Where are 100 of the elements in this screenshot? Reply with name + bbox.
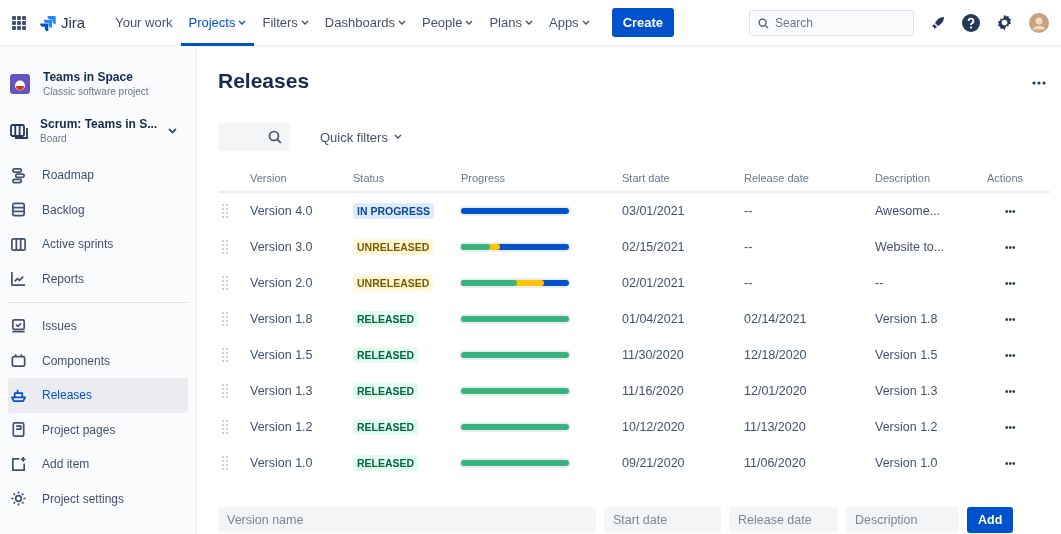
- board-icon: [10, 121, 29, 140]
- status-lozenge: UNRELEASED: [353, 239, 434, 255]
- drag-handle-icon[interactable]: [222, 275, 228, 291]
- version-name[interactable]: Version 1.3: [246, 373, 349, 409]
- input-field[interactable]: Version name: [218, 507, 596, 533]
- description: Version 1.0: [874, 455, 939, 472]
- version-name[interactable]: Version 1.0: [246, 445, 349, 481]
- sidebar-item[interactable]: Project pages: [8, 412, 188, 447]
- drag-handle-icon[interactable]: [222, 203, 228, 219]
- settings-icon[interactable]: [996, 14, 1013, 31]
- sidebar-item[interactable]: Backlog: [8, 192, 188, 227]
- input-field[interactable]: Start date: [604, 507, 721, 533]
- release-date: 11/06/2020: [743, 455, 807, 472]
- release-date: --: [743, 275, 754, 292]
- add-button[interactable]: Add: [967, 507, 1014, 533]
- sidebar-item[interactable]: Releases: [8, 378, 188, 413]
- create-button[interactable]: Create: [611, 8, 675, 37]
- drag-handle-icon[interactable]: [222, 419, 228, 435]
- reports-icon: [10, 270, 27, 288]
- nav-tab[interactable]: Apps: [541, 0, 598, 46]
- drag-handle-icon[interactable]: [222, 239, 228, 255]
- status-lozenge: UNRELEASED: [353, 275, 434, 291]
- description: Version 1.3: [874, 383, 939, 400]
- column-header: Actions: [983, 165, 1050, 193]
- sidebar-item[interactable]: Active sprints: [8, 227, 188, 262]
- input-field[interactable]: Release date: [729, 507, 838, 533]
- actions-button[interactable]: •••: [999, 417, 1022, 437]
- app-grid-icon[interactable]: [12, 15, 26, 30]
- column-header: Status: [349, 165, 457, 193]
- drag-handle-icon[interactable]: [222, 347, 228, 363]
- actions-button[interactable]: •••: [999, 309, 1022, 329]
- sidebar-item[interactable]: Project settings: [8, 481, 188, 516]
- help-icon[interactable]: [962, 13, 980, 32]
- status-lozenge: RELEASED: [353, 311, 419, 327]
- sidebar-item[interactable]: Roadmap: [8, 158, 188, 193]
- caret-icon: [525, 19, 533, 26]
- release-date: 11/13/2020: [743, 419, 807, 436]
- search-field[interactable]: [218, 123, 290, 151]
- backlog-icon: [10, 201, 27, 219]
- version-name[interactable]: Version 3.0: [246, 229, 349, 265]
- roadmap-icon: [10, 166, 27, 184]
- drag-handle-icon[interactable]: [222, 455, 228, 471]
- actions-button[interactable]: •••: [999, 237, 1022, 257]
- sidebar-item[interactable]: Add item: [8, 447, 188, 482]
- status-lozenge: RELEASED: [353, 347, 419, 363]
- drag-handle-icon[interactable]: [222, 383, 228, 399]
- actions-button[interactable]: •••: [999, 453, 1022, 473]
- drag-handle-icon[interactable]: [222, 311, 228, 327]
- release-date: 12/18/2020: [743, 347, 808, 364]
- actions-button[interactable]: •••: [999, 345, 1022, 365]
- add-icon: [10, 455, 27, 473]
- board-name[interactable]: Scrum: Teams in S...: [40, 117, 158, 131]
- project-type: Classic software project: [43, 86, 149, 97]
- search-field[interactable]: Search: [749, 9, 914, 36]
- status-lozenge: IN PROGRESS: [353, 203, 434, 219]
- chevron-down-icon[interactable]: [168, 127, 178, 134]
- start-date: 01/04/2021: [621, 311, 686, 328]
- caret-icon: [397, 19, 406, 26]
- quick-filters-dropdown[interactable]: Quick filters: [314, 128, 408, 146]
- description: Awesome...: [874, 203, 942, 220]
- version-name[interactable]: Version 1.8: [246, 301, 349, 337]
- nav-tab[interactable]: Your work: [107, 0, 181, 46]
- sidebar-item[interactable]: Reports: [8, 261, 188, 296]
- version-name[interactable]: Version 2.0: [246, 265, 349, 301]
- caret-icon: [465, 19, 474, 26]
- column-header: Progress: [457, 165, 618, 193]
- description: Version 1.5: [874, 347, 939, 364]
- nav-tab[interactable]: Plans: [481, 0, 541, 46]
- caret-icon: [393, 134, 402, 140]
- more-icon: [1032, 81, 1046, 85]
- start-date: 09/21/2020: [621, 455, 686, 472]
- nav-tab[interactable]: Dashboards: [316, 0, 414, 46]
- nav-tab[interactable]: People: [413, 0, 482, 46]
- board-type: Board: [40, 133, 68, 144]
- status-lozenge: RELEASED: [353, 383, 419, 399]
- start-date: 11/30/2020: [621, 347, 685, 364]
- product-name[interactable]: Jira: [61, 14, 86, 31]
- sidebar-item[interactable]: Components: [8, 343, 188, 378]
- start-date: 03/01/2021: [621, 203, 686, 220]
- column-header: Description: [871, 165, 983, 193]
- issues-icon: [10, 317, 27, 335]
- caret-icon: [300, 19, 309, 26]
- rocket-icon[interactable]: [930, 14, 946, 31]
- actions-button[interactable]: •••: [999, 273, 1022, 293]
- jira-logo-icon: [40, 14, 56, 31]
- release-date: --: [743, 239, 754, 256]
- page-title: Releases: [218, 69, 310, 93]
- start-date: 02/15/2021: [621, 239, 686, 256]
- release-date: --: [743, 203, 754, 220]
- actions-button[interactable]: •••: [999, 381, 1022, 401]
- nav-tab[interactable]: Filters: [254, 0, 317, 46]
- input-field[interactable]: Description: [846, 507, 959, 533]
- actions-button[interactable]: •••: [999, 201, 1022, 221]
- version-name[interactable]: Version 1.5: [246, 337, 349, 373]
- version-name[interactable]: Version 1.2: [246, 409, 349, 445]
- search-icon: [758, 17, 769, 29]
- avatar-icon[interactable]: [1029, 12, 1049, 33]
- sidebar-item[interactable]: Issues: [8, 309, 188, 344]
- version-name[interactable]: Version 4.0: [246, 193, 349, 229]
- project-name: Teams in Space: [43, 70, 134, 84]
